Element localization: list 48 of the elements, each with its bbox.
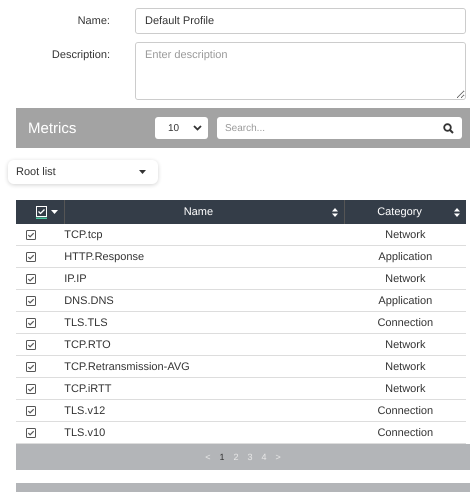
- root-list-dropdown[interactable]: Root list: [8, 160, 158, 184]
- table-cell: Network: [385, 272, 426, 284]
- select-all-checkbox[interactable]: [36, 206, 47, 218]
- table-cell: TCP.RTO: [64, 338, 111, 350]
- table-cell: IP.IP: [64, 272, 87, 284]
- description-field[interactable]: Enter description: [135, 42, 466, 100]
- table-cell: TLS.TLS: [64, 316, 108, 328]
- chevron-icon: [193, 125, 202, 131]
- table-cell: Connection: [377, 404, 434, 416]
- row-checkbox[interactable]: [26, 274, 36, 284]
- table-cell: TCP.Retransmission-AVG: [64, 360, 190, 372]
- row-checkbox[interactable]: [26, 230, 36, 240]
- name-field[interactable]: Default Profile: [135, 8, 466, 34]
- row-checkbox[interactable]: [26, 406, 36, 416]
- sort-icon: [332, 208, 338, 216]
- table-cell: Network: [385, 382, 426, 394]
- table-cell: Connection: [377, 316, 434, 328]
- table-cell: Network: [385, 228, 426, 240]
- table-cell: TLS.v10: [64, 426, 106, 438]
- caret-icon: [139, 170, 146, 174]
- row-checkbox[interactable]: [26, 384, 36, 394]
- table-cell: Application: [378, 250, 432, 262]
- table-cell: TCP.iRTT: [64, 382, 112, 394]
- table-cell: Application: [378, 294, 432, 306]
- table-cell: DNS.DNS: [64, 294, 114, 306]
- column-header[interactable]: Category: [344, 200, 466, 224]
- caret-icon[interactable]: [51, 210, 58, 214]
- metrics-title: Metrics: [28, 120, 78, 136]
- table-cell: TCP.tcp: [64, 228, 103, 240]
- page-link[interactable]: 1: [219, 452, 224, 462]
- name-label: Name:: [76, 14, 111, 29]
- description-label: Description:: [50, 48, 111, 63]
- row-checkbox[interactable]: [26, 428, 36, 438]
- table-cell: TLS.v12: [64, 404, 106, 416]
- row-checkbox[interactable]: [26, 362, 36, 372]
- row-checkbox[interactable]: [26, 318, 36, 328]
- row-checkbox[interactable]: [26, 252, 36, 262]
- table-cell: Connection: [377, 426, 434, 438]
- column-header[interactable]: Name: [64, 200, 345, 224]
- row-checkbox[interactable]: [26, 296, 36, 306]
- table-cell: HTTP.Response: [64, 250, 144, 262]
- table-cell: Network: [385, 338, 426, 350]
- search-icon: [443, 122, 454, 134]
- row-checkbox[interactable]: [26, 340, 36, 350]
- search-field[interactable]: Search...: [217, 117, 462, 139]
- table-cell: Network: [385, 360, 426, 372]
- sort-icon: [454, 208, 460, 216]
- page-size-select[interactable]: 10: [155, 117, 208, 139]
